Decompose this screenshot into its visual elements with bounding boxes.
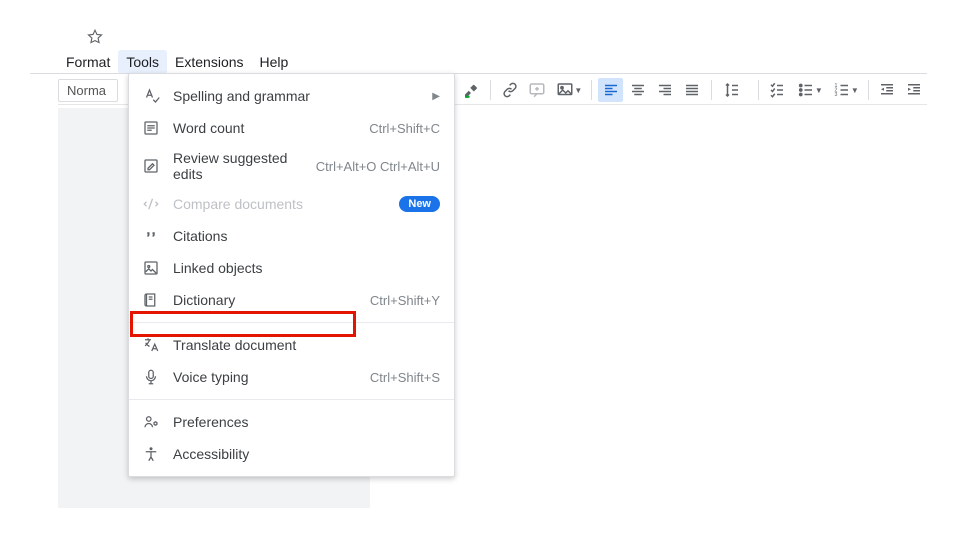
add-comment-button[interactable]	[524, 78, 549, 102]
menu-extensions[interactable]: Extensions	[167, 50, 251, 74]
menu-label: Accessibility	[173, 446, 440, 462]
align-justify-button[interactable]	[680, 78, 705, 102]
word-count-icon	[141, 118, 161, 138]
toolbar-separator	[758, 80, 759, 100]
menu-spelling-grammar[interactable]: Spelling and grammar ▶	[129, 80, 454, 112]
menu-label: Review suggested edits	[173, 150, 304, 182]
dictionary-icon	[141, 290, 161, 310]
menu-voice-typing[interactable]: Voice typing Ctrl+Shift+S	[129, 361, 454, 393]
submenu-arrow-icon: ▶	[432, 91, 440, 102]
menu-word-count[interactable]: Word count Ctrl+Shift+C	[129, 112, 454, 144]
toolbar-separator	[490, 80, 491, 100]
numbered-list-button[interactable]: 123 ▼	[828, 78, 862, 102]
new-badge: New	[399, 196, 440, 212]
citations-icon	[141, 226, 161, 246]
menu-review-suggested-edits[interactable]: Review suggested edits Ctrl+Alt+O Ctrl+A…	[129, 144, 454, 188]
increase-indent-button[interactable]	[902, 78, 927, 102]
linked-objects-icon	[141, 258, 161, 278]
checklist-button[interactable]	[765, 78, 790, 102]
tools-menu-dropdown: Spelling and grammar ▶ Word count Ctrl+S…	[128, 73, 455, 477]
menu-help[interactable]: Help	[252, 50, 297, 74]
menu-label: Citations	[173, 228, 440, 244]
menu-accessibility[interactable]: Accessibility	[129, 438, 454, 470]
star-icon[interactable]	[86, 28, 104, 49]
menu-shortcut: Ctrl+Shift+S	[370, 370, 440, 385]
menu-citations[interactable]: Citations	[129, 220, 454, 252]
menu-separator	[129, 322, 454, 323]
toolbar-separator	[591, 80, 592, 100]
menu-label: Preferences	[173, 414, 440, 430]
microphone-icon	[141, 367, 161, 387]
decrease-indent-button[interactable]	[875, 78, 900, 102]
menu-label: Compare documents	[173, 196, 387, 212]
menu-translate-document[interactable]: Translate document	[129, 329, 454, 361]
menu-shortcut: Ctrl+Shift+C	[369, 121, 440, 136]
menu-compare-documents: Compare documents New	[129, 188, 454, 220]
menu-preferences[interactable]: Preferences	[129, 406, 454, 438]
align-right-button[interactable]	[653, 78, 678, 102]
menu-shortcut: Ctrl+Alt+O Ctrl+Alt+U	[316, 159, 440, 174]
menu-label: Translate document	[173, 337, 440, 353]
menu-linked-objects[interactable]: Linked objects	[129, 252, 454, 284]
menu-label: Linked objects	[173, 260, 440, 276]
menu-label: Dictionary	[173, 292, 358, 308]
accessibility-icon	[141, 444, 161, 464]
spellcheck-icon	[141, 86, 161, 106]
menu-label: Word count	[173, 120, 357, 136]
align-center-button[interactable]	[625, 78, 650, 102]
translate-icon	[141, 335, 161, 355]
menu-tools[interactable]: Tools	[118, 50, 167, 74]
menu-label: Voice typing	[173, 369, 358, 385]
bulleted-list-button[interactable]: ▼	[792, 78, 826, 102]
align-left-button[interactable]	[598, 78, 623, 102]
insert-image-button[interactable]: ▼	[551, 78, 585, 102]
menu-label: Spelling and grammar	[173, 88, 412, 104]
line-spacing-button[interactable]: ▼	[718, 78, 752, 102]
menu-format[interactable]: Format	[58, 50, 118, 74]
paragraph-style-select[interactable]: Norma	[58, 79, 118, 102]
highlight-color-button[interactable]	[459, 78, 484, 102]
menu-separator	[129, 399, 454, 400]
menu-dictionary[interactable]: Dictionary Ctrl+Shift+Y	[129, 284, 454, 316]
insert-link-button[interactable]	[497, 78, 522, 102]
compare-icon	[141, 194, 161, 214]
toolbar-separator	[868, 80, 869, 100]
review-edits-icon	[141, 156, 161, 176]
svg-text:3: 3	[834, 92, 837, 98]
menubar: Format Tools Extensions Help	[58, 50, 296, 74]
toolbar-separator	[711, 80, 712, 100]
menu-shortcut: Ctrl+Shift+Y	[370, 293, 440, 308]
preferences-icon	[141, 412, 161, 432]
